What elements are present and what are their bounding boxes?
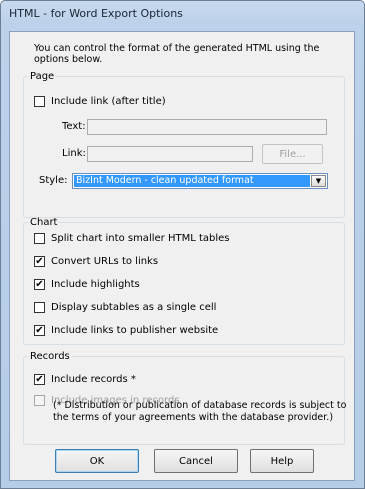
chart-option-checkbox[interactable]: ✔ [34, 325, 45, 336]
include-records-option[interactable]: ✔ Include records * [34, 374, 136, 385]
chart-option[interactable]: ✔ Include links to publisher website [34, 325, 218, 336]
window-title: HTML - for Word Export Options [9, 7, 183, 20]
include-records-label: Include records * [51, 374, 136, 385]
chart-option[interactable]: Split chart into smaller HTML tables [34, 233, 229, 244]
chart-group-legend: Chart [30, 217, 58, 228]
style-select-value: BizInt Modern - clean updated format [74, 175, 310, 187]
chart-option-label: Split chart into smaller HTML tables [51, 233, 230, 244]
include-link-label: Include link (after title) [51, 96, 166, 107]
chart-option[interactable]: ✔ Include highlights [34, 279, 140, 290]
cancel-button[interactable]: Cancel [154, 449, 238, 473]
chart-option-label: Include links to publisher website [51, 325, 219, 336]
style-label: Style: [39, 175, 68, 186]
ok-button[interactable]: OK [55, 449, 139, 473]
chart-option-checkbox[interactable]: ✔ [34, 256, 45, 267]
records-note: (* Distribution or publication of databa… [53, 400, 347, 423]
dialog-body: You can control the format of the genera… [9, 31, 355, 481]
chart-option-label: Include highlights [51, 279, 140, 290]
chart-option-label: Convert URLs to links [51, 256, 159, 267]
help-button[interactable]: Help [250, 449, 314, 473]
include-records-checkbox[interactable]: ✔ [34, 374, 45, 385]
style-select[interactable]: BizInt Modern - clean updated format ▼ [72, 173, 328, 189]
dialog-window: HTML - for Word Export Options You can c… [0, 0, 365, 489]
chart-option-checkbox[interactable] [34, 233, 45, 244]
include-link-checkbox[interactable] [34, 96, 45, 107]
text-label: Text: [62, 121, 86, 132]
file-button[interactable]: File... [262, 144, 323, 164]
text-field[interactable] [87, 119, 327, 135]
chart-option[interactable]: ✔ Convert URLs to links [34, 256, 158, 267]
chevron-down-icon[interactable]: ▼ [311, 175, 326, 187]
chart-option-label: Display subtables as a single cell [51, 302, 217, 313]
link-field[interactable] [87, 146, 253, 162]
chart-option-checkbox[interactable]: ✔ [34, 279, 45, 290]
include-link-option[interactable]: Include link (after title) [34, 96, 166, 107]
chart-option[interactable]: Display subtables as a single cell [34, 302, 216, 313]
link-label: Link: [62, 148, 86, 159]
records-group-legend: Records [30, 351, 70, 362]
chart-option-checkbox[interactable] [34, 302, 45, 313]
include-images-checkbox[interactable] [34, 395, 45, 406]
page-group-legend: Page [30, 71, 55, 82]
title-bar[interactable]: HTML - for Word Export Options [1, 1, 364, 27]
intro-text: You can control the format of the genera… [34, 43, 320, 65]
